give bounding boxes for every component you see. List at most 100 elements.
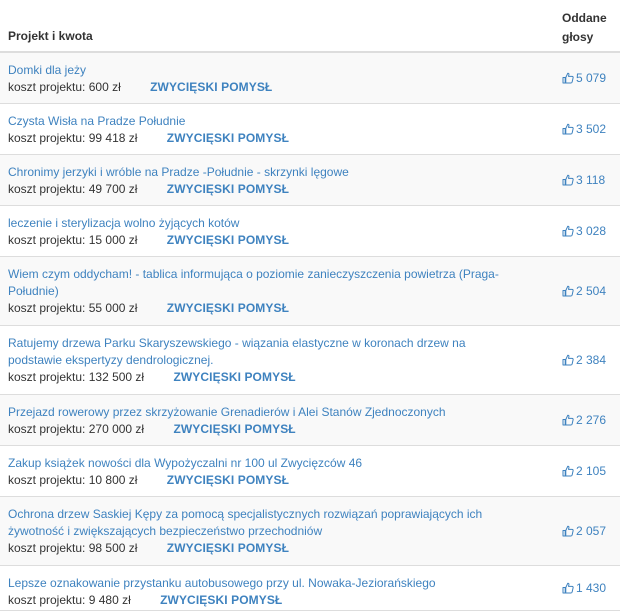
cost-value: 98 500 zł: [88, 541, 138, 555]
project-cell: Zakup książek nowości dla Wypożyczalni n…: [0, 446, 562, 496]
votes-cell: 2 057: [562, 497, 620, 565]
project-title-link[interactable]: Lepsze oznakowanie przystanku autobusowe…: [8, 575, 562, 592]
vote-count: 1 430: [576, 581, 607, 595]
cost-label: koszt projektu:: [8, 422, 86, 436]
project-cell: Domki dla jeży koszt projektu: 600 zł ZW…: [0, 53, 562, 103]
cost-value: 600 zł: [88, 80, 121, 94]
project-cell: Przejazd rowerowy przez skrzyżowanie Gre…: [0, 395, 562, 445]
table-row: Chronimy jerzyki i wróble na Pradze -Poł…: [0, 155, 620, 206]
project-title-link[interactable]: Wiem czym oddycham! - tablica informując…: [8, 266, 562, 300]
project-cell: Chronimy jerzyki i wróble na Pradze -Poł…: [0, 155, 562, 205]
votes-header-line2: głosy: [562, 30, 594, 44]
vote-count: 2 057: [576, 524, 607, 538]
votes-cell: 1 430: [562, 566, 620, 610]
project-cell: Ochrona drzew Saskiej Kępy za pomocą spe…: [0, 497, 562, 565]
project-cost-line: koszt projektu: 15 000 zł ZWYCIĘSKI POMY…: [8, 232, 562, 249]
thumbs-up-icon: [562, 72, 574, 84]
votes-cell: 3 502: [562, 104, 620, 154]
winner-badge: ZWYCIĘSKI POMYSŁ: [160, 593, 283, 607]
table-row: Czysta Wisła na Pradze Południe koszt pr…: [0, 104, 620, 155]
project-title-link[interactable]: Ochrona drzew Saskiej Kępy za pomocą spe…: [8, 506, 562, 540]
votes-cell: 2 504: [562, 257, 620, 325]
project-cell: Czysta Wisła na Pradze Południe koszt pr…: [0, 104, 562, 154]
cost-label: koszt projektu:: [8, 182, 86, 196]
votes-cell: 2 276: [562, 395, 620, 445]
votes-cell: 3 028: [562, 206, 620, 256]
project-title-link[interactable]: Zakup książek nowości dla Wypożyczalni n…: [8, 455, 562, 472]
thumbs-up-icon: [562, 285, 574, 297]
project-cell: Lepsze oznakowanie przystanku autobusowe…: [0, 566, 562, 610]
project-cell: Ratujemy drzewa Parku Skaryszewskiego - …: [0, 326, 562, 394]
votes-cell: 2 384: [562, 326, 620, 394]
project-cell: leczenie i sterylizacja wolno żyjących k…: [0, 206, 562, 256]
votes-cell: 2 105: [562, 446, 620, 496]
vote-count: 2 504: [576, 284, 607, 298]
winner-badge: ZWYCIĘSKI POMYSŁ: [150, 80, 273, 94]
projects-table: Projekt i kwota Oddane głosy Domki dla j…: [0, 0, 620, 611]
project-title-link[interactable]: Chronimy jerzyki i wróble na Pradze -Poł…: [8, 164, 562, 181]
project-cost-line: koszt projektu: 55 000 zł ZWYCIĘSKI POMY…: [8, 300, 562, 317]
thumbs-up-icon: [562, 174, 574, 186]
table-row: Ratujemy drzewa Parku Skaryszewskiego - …: [0, 326, 620, 395]
project-title-link[interactable]: Ratujemy drzewa Parku Skaryszewskiego - …: [8, 335, 562, 369]
votes-column-header: Oddane głosy: [562, 9, 620, 51]
cost-value: 270 000 zł: [88, 422, 145, 436]
cost-label: koszt projektu:: [8, 233, 86, 247]
thumbs-up-icon: [562, 123, 574, 135]
winner-badge: ZWYCIĘSKI POMYSŁ: [166, 541, 290, 555]
project-column-header: Projekt i kwota: [8, 29, 93, 43]
project-cost-line: koszt projektu: 600 zł ZWYCIĘSKI POMYSŁ: [8, 79, 562, 96]
vote-count: 2 384: [576, 353, 607, 367]
winner-badge: ZWYCIĘSKI POMYSŁ: [166, 233, 290, 247]
thumbs-up-icon: [562, 525, 574, 537]
project-title-link[interactable]: Przejazd rowerowy przez skrzyżowanie Gre…: [8, 404, 562, 421]
thumbs-up-icon: [562, 414, 574, 426]
cost-label: koszt projektu:: [8, 593, 86, 607]
cost-value: 132 500 zł: [88, 370, 145, 384]
cost-value: 99 418 zł: [88, 131, 138, 145]
project-cost-line: koszt projektu: 98 500 zł ZWYCIĘSKI POMY…: [8, 540, 562, 557]
cost-label: koszt projektu:: [8, 541, 86, 555]
thumbs-up-icon: [562, 354, 574, 366]
cost-value: 10 800 zł: [88, 473, 138, 487]
cost-value: 15 000 zł: [88, 233, 138, 247]
cost-label: koszt projektu:: [8, 370, 86, 384]
votes-header-line1: Oddane: [562, 11, 607, 25]
table-row: Domki dla jeży koszt projektu: 600 zł ZW…: [0, 53, 620, 104]
cost-label: koszt projektu:: [8, 473, 86, 487]
table-row: Ochrona drzew Saskiej Kępy za pomocą spe…: [0, 497, 620, 566]
vote-count: 2 105: [576, 464, 607, 478]
cost-value: 49 700 zł: [88, 182, 138, 196]
thumbs-up-icon: [562, 582, 574, 594]
winner-badge: ZWYCIĘSKI POMYSŁ: [173, 370, 296, 384]
project-title-link[interactable]: Domki dla jeży: [8, 62, 562, 79]
winner-badge: ZWYCIĘSKI POMYSŁ: [166, 301, 290, 315]
project-cost-line: koszt projektu: 9 480 zł ZWYCIĘSKI POMYS…: [8, 592, 562, 609]
winner-badge: ZWYCIĘSKI POMYSŁ: [166, 473, 290, 487]
table-header: Projekt i kwota Oddane głosy: [0, 0, 620, 53]
votes-cell: 3 118: [562, 155, 620, 205]
cost-value: 55 000 zł: [88, 301, 138, 315]
table-row: leczenie i sterylizacja wolno żyjących k…: [0, 206, 620, 257]
thumbs-up-icon: [562, 225, 574, 237]
table-row: Wiem czym oddycham! - tablica informując…: [0, 257, 620, 326]
vote-count: 3 502: [576, 122, 607, 136]
project-cost-line: koszt projektu: 132 500 zł ZWYCIĘSKI POM…: [8, 369, 562, 386]
project-cost-line: koszt projektu: 10 800 zł ZWYCIĘSKI POMY…: [8, 472, 562, 489]
cost-label: koszt projektu:: [8, 80, 86, 94]
vote-count: 3 028: [576, 224, 607, 238]
table-row: Przejazd rowerowy przez skrzyżowanie Gre…: [0, 395, 620, 446]
project-cell: Wiem czym oddycham! - tablica informując…: [0, 257, 562, 325]
thumbs-up-icon: [562, 465, 574, 477]
project-cost-line: koszt projektu: 99 418 zł ZWYCIĘSKI POMY…: [8, 130, 562, 147]
winner-badge: ZWYCIĘSKI POMYSŁ: [166, 131, 290, 145]
table-row: Lepsze oznakowanie przystanku autobusowe…: [0, 566, 620, 611]
cost-label: koszt projektu:: [8, 131, 86, 145]
project-title-link[interactable]: Czysta Wisła na Pradze Południe: [8, 113, 562, 130]
project-cost-line: koszt projektu: 49 700 zł ZWYCIĘSKI POMY…: [8, 181, 562, 198]
table-body: Domki dla jeży koszt projektu: 600 zł ZW…: [0, 53, 620, 611]
cost-value: 9 480 zł: [88, 593, 131, 607]
cost-label: koszt projektu:: [8, 301, 86, 315]
project-title-link[interactable]: leczenie i sterylizacja wolno żyjących k…: [8, 215, 562, 232]
project-cost-line: koszt projektu: 270 000 zł ZWYCIĘSKI POM…: [8, 421, 562, 438]
